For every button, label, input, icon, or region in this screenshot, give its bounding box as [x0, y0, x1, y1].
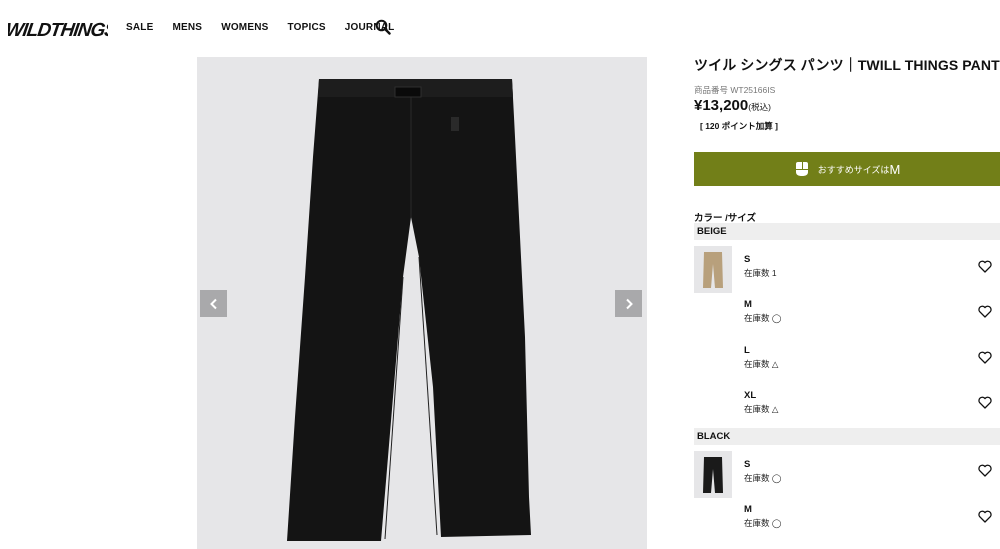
stock-label: 在庫数 △	[744, 359, 779, 369]
nav-mens[interactable]: MENS	[172, 22, 202, 33]
stock-label: 在庫数 1	[744, 268, 777, 278]
size-recommend-button[interactable]: おすすめサイズは M	[694, 152, 1000, 186]
product-title: ツイル シングス パンツ｜TWILL THINGS PANTS	[694, 57, 1000, 73]
tax-label: (税込)	[748, 102, 771, 112]
size-option-beige-s[interactable]: S 在庫数 1	[744, 254, 777, 280]
size-recommend-value: M	[889, 161, 901, 177]
nav-womens[interactable]: WOMENS	[221, 22, 268, 33]
heart-icon[interactable]	[978, 464, 992, 477]
logo-wordmark: WILDTHINGS	[4, 20, 118, 41]
heart-icon[interactable]	[978, 351, 992, 364]
size-recommend-label: おすすめサイズは	[817, 164, 890, 175]
color-thumbnail-black[interactable]	[694, 451, 732, 498]
price-row: ¥13,200(税込)	[694, 97, 771, 115]
main-nav: SALE MENS WOMENS TOPICS JOURNAL	[126, 20, 414, 34]
product-image	[287, 79, 531, 541]
size-label: L	[744, 345, 750, 356]
product-thumbnail-image	[703, 456, 723, 493]
size-option-beige-l[interactable]: L 在庫数 △	[744, 345, 778, 371]
color-thumbnail-beige[interactable]	[694, 246, 732, 293]
size-option-beige-xl[interactable]: XL 在庫数 △	[744, 390, 778, 416]
size-option-black-m[interactable]: M 在庫数 ◯	[744, 504, 781, 530]
product-image-gallery[interactable]	[197, 57, 647, 549]
nav-topics[interactable]: TOPICS	[288, 22, 326, 33]
heart-icon[interactable]	[978, 510, 992, 523]
product-sku: 商品番号 WT25166IS	[694, 85, 776, 95]
brand-logo[interactable]: WILDTHINGS	[4, 14, 118, 44]
heart-icon[interactable]	[978, 260, 992, 273]
size-label: M	[744, 504, 752, 515]
chevron-left-icon	[209, 298, 217, 309]
product-thumbnail-image	[703, 251, 723, 288]
points-label: [ 120 ポイント加算 ]	[700, 121, 778, 131]
size-label: XL	[744, 390, 757, 401]
svg-text:WILDTHINGS: WILDTHINGS	[8, 20, 108, 41]
search-icon[interactable]	[375, 19, 391, 35]
heart-icon[interactable]	[978, 396, 992, 409]
size-label: S	[744, 459, 751, 470]
color-size-heading: カラー /サイズ	[694, 213, 756, 224]
chevron-right-icon	[625, 298, 633, 309]
color-heading-beige: BEIGE	[694, 223, 1000, 240]
gallery-prev-button[interactable]	[200, 290, 227, 317]
product-price: ¥13,200	[694, 97, 749, 114]
size-label: S	[744, 254, 751, 265]
stock-label: 在庫数 △	[744, 404, 779, 414]
size-option-beige-m[interactable]: M 在庫数 ◯	[744, 299, 781, 325]
size-guide-icon	[795, 162, 808, 176]
stock-label: 在庫数 ◯	[744, 518, 782, 528]
size-option-black-s[interactable]: S 在庫数 ◯	[744, 459, 781, 485]
gallery-next-button[interactable]	[615, 290, 642, 317]
stock-label: 在庫数 ◯	[744, 313, 782, 323]
stock-label: 在庫数 ◯	[744, 473, 782, 483]
size-label: M	[744, 299, 752, 310]
nav-sale[interactable]: SALE	[126, 22, 153, 33]
heart-icon[interactable]	[978, 305, 992, 318]
color-heading-black: BLACK	[694, 428, 1000, 445]
